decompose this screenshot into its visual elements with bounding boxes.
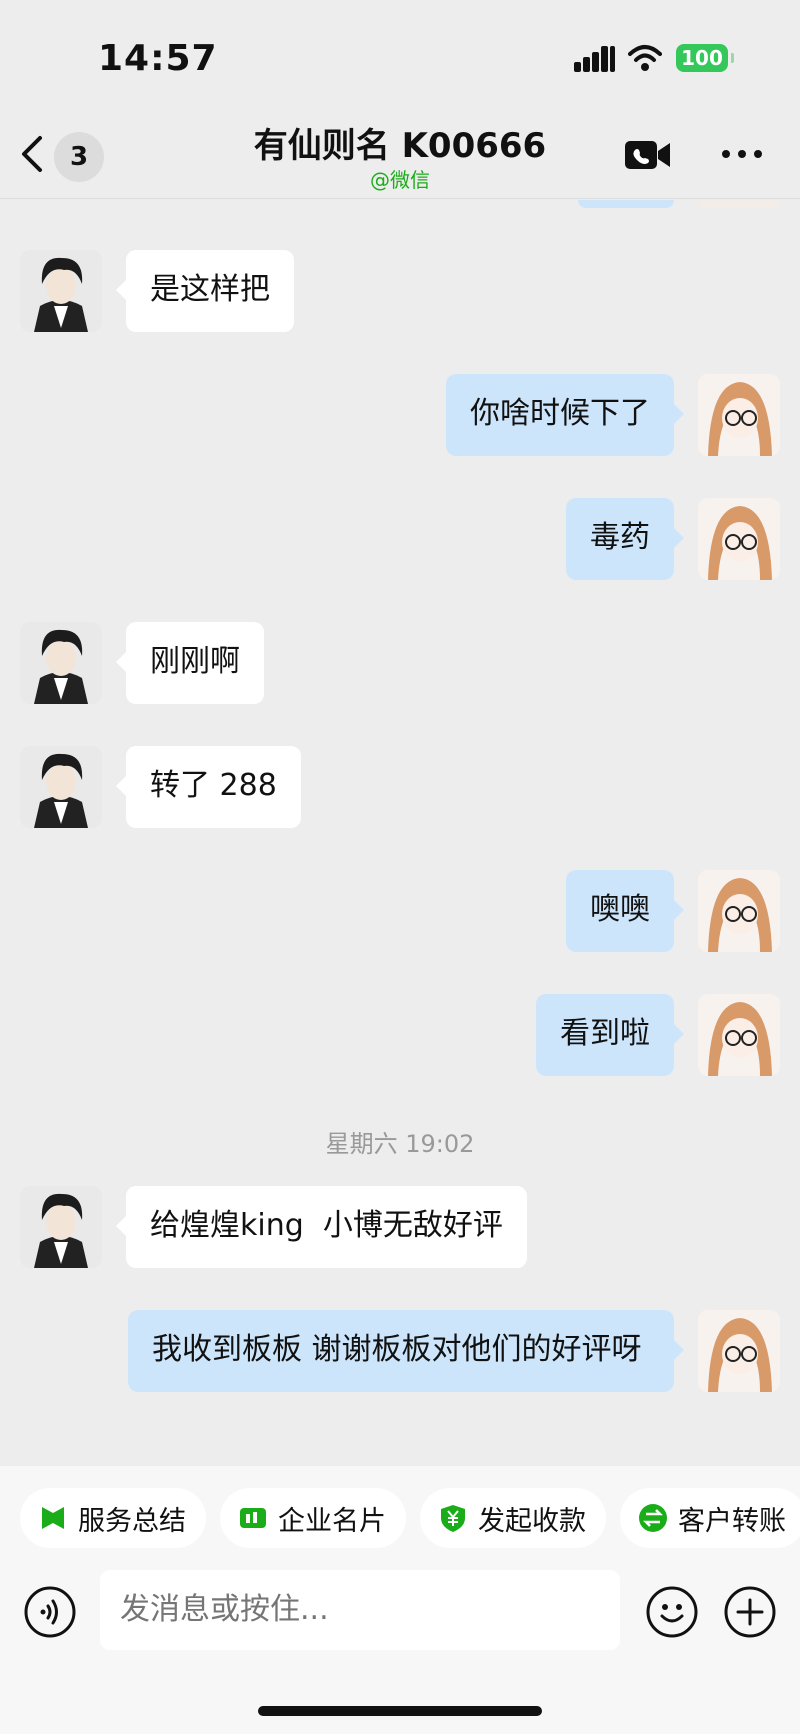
chat-area[interactable]: 是这样把 你啥时候下了 毒药 刚刚啊 转了 288 噢噢 看到啦 星期六 19:… xyxy=(0,200,800,1465)
contact-avatar[interactable] xyxy=(20,1186,102,1268)
contact-avatar[interactable] xyxy=(20,250,102,332)
card-icon xyxy=(240,1508,266,1528)
my-avatar[interactable] xyxy=(698,498,780,580)
more-options-icon[interactable] xyxy=(722,150,762,162)
contact-avatar[interactable] xyxy=(20,622,102,704)
chat-header: 3 有仙则名 K00666 @微信 xyxy=(0,110,800,200)
voice-input-icon[interactable] xyxy=(24,1586,76,1638)
contact-avatar[interactable] xyxy=(20,746,102,828)
incoming-message-bubble[interactable]: 转了 288 xyxy=(116,746,301,828)
incoming-message-bubble[interactable]: 给煌煌king 小博无敌好评 xyxy=(116,1186,527,1268)
outgoing-message-bubble[interactable]: 你啥时候下了 xyxy=(446,374,684,456)
yen-shield-icon xyxy=(441,1505,465,1532)
customer-transfer-button[interactable]: 客户转账 xyxy=(620,1488,800,1548)
chip-label: 企业名片 xyxy=(278,1505,386,1537)
signal-icon xyxy=(574,44,616,72)
quick-actions-bar: 服务总结 企业名片 发起收款 客户转账 xyxy=(0,1466,800,1566)
request-payment-button[interactable]: 发起收款 xyxy=(420,1488,606,1548)
transfer-icon xyxy=(639,1504,667,1532)
status-bar: 14:57 100 xyxy=(0,0,800,110)
header-divider xyxy=(0,198,800,199)
chat-subtitle: @微信 xyxy=(370,168,430,192)
incoming-message-bubble[interactable]: 刚刚啊 xyxy=(116,622,264,704)
plus-icon[interactable] xyxy=(724,1586,776,1638)
outgoing-message-bubble[interactable]: 我收到板板 谢谢板板对他们的好评呀 xyxy=(128,1310,684,1392)
outgoing-message-bubble[interactable]: 看到啦 xyxy=(536,994,684,1076)
incoming-message-bubble[interactable]: 是这样把 xyxy=(116,250,294,332)
chip-label: 客户转账 xyxy=(678,1505,786,1537)
wifi-icon xyxy=(628,45,662,71)
chat-title: 有仙则名 K00666 xyxy=(253,126,547,166)
chip-label: 服务总结 xyxy=(78,1505,186,1537)
business-card-button[interactable]: 企业名片 xyxy=(220,1488,406,1548)
my-avatar[interactable] xyxy=(698,374,780,456)
emoji-icon[interactable] xyxy=(646,1586,698,1638)
service-summary-button[interactable]: 服务总结 xyxy=(20,1488,206,1548)
chip-label: 发起收款 xyxy=(478,1505,586,1537)
previous-message-avatar xyxy=(698,200,780,208)
message-input[interactable] xyxy=(100,1570,620,1650)
status-time: 14:57 xyxy=(98,38,218,79)
battery-icon: 100 xyxy=(676,44,734,72)
previous-message-bubble xyxy=(578,200,674,208)
my-avatar[interactable] xyxy=(698,1310,780,1392)
bookmark-icon xyxy=(42,1507,64,1529)
my-avatar[interactable] xyxy=(698,870,780,952)
outgoing-message-bubble[interactable]: 毒药 xyxy=(566,498,684,580)
my-avatar[interactable] xyxy=(698,994,780,1076)
message-timestamp: 星期六 19:02 xyxy=(325,1130,475,1158)
video-call-icon[interactable] xyxy=(624,138,672,172)
input-bar xyxy=(0,1566,800,1734)
outgoing-message-bubble[interactable]: 噢噢 xyxy=(566,870,684,952)
home-indicator[interactable] xyxy=(258,1706,542,1716)
